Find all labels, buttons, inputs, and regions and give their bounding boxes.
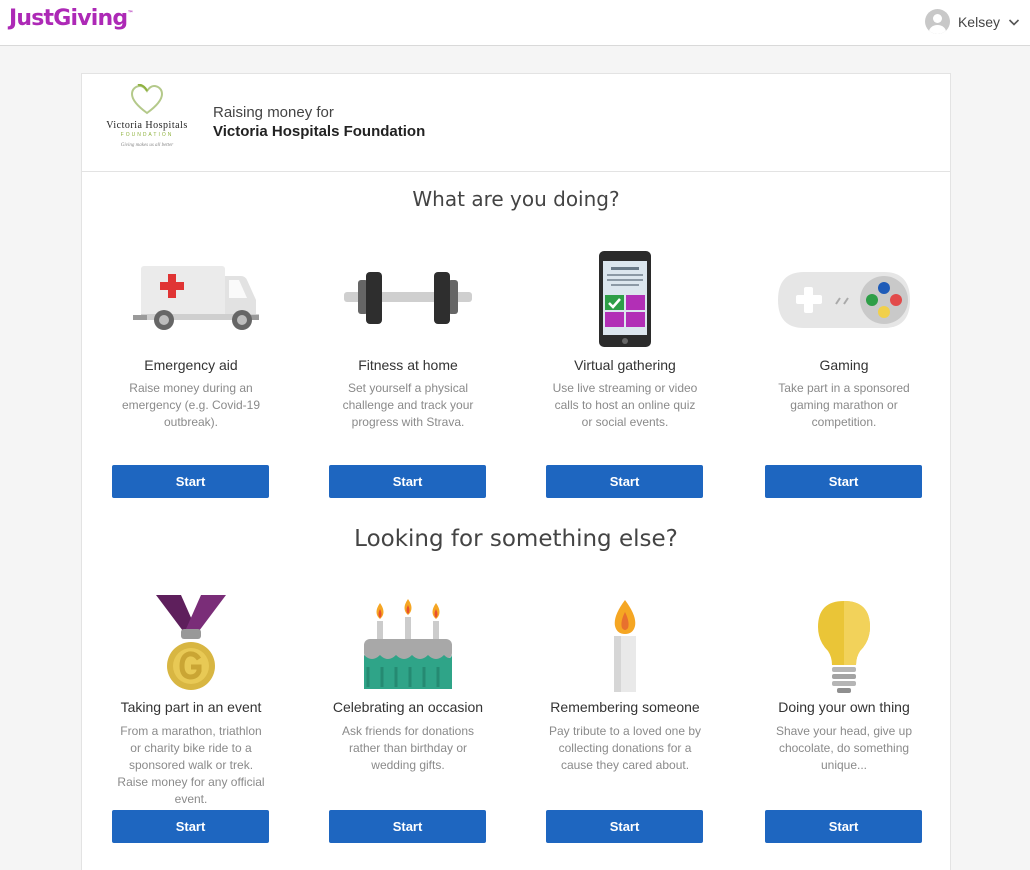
heart-icon xyxy=(130,84,164,115)
charity-logo-subtitle: FOUNDATION xyxy=(120,132,174,138)
game-controller-icon xyxy=(778,272,910,328)
option-title: Taking part in an event xyxy=(120,699,262,715)
ambulance-icon xyxy=(133,266,259,330)
option-description: Ask friends for donations rather than bi… xyxy=(341,724,475,772)
main-card: Victoria Hospitals FOUNDATION Giving mak… xyxy=(81,73,951,870)
start-fitness-at-home-button[interactable]: Start xyxy=(329,465,486,498)
option-description: Raise money during an emergency (e.g. Co… xyxy=(121,381,261,429)
start-emergency-aid-button[interactable]: Start xyxy=(112,465,269,498)
section-heading-something-else: Looking for something else? xyxy=(354,526,678,552)
justgiving-logo[interactable]: JustGiving™ xyxy=(9,6,133,31)
option-title: Emergency aid xyxy=(144,357,238,373)
user-name: Kelsey xyxy=(957,13,1000,30)
option-description: Use live streaming or video calls to hos… xyxy=(552,381,698,429)
charity-banner: Victoria Hospitals FOUNDATION Giving mak… xyxy=(82,74,950,172)
option-description: Pay tribute to a loved one by collecting… xyxy=(548,724,702,772)
icon-wrapper xyxy=(106,593,276,693)
start-doing-your-own-thing-button[interactable]: Start xyxy=(765,810,922,843)
user-menu[interactable]: Kelsey xyxy=(924,9,1020,34)
icon-wrapper xyxy=(759,599,929,699)
user-avatar-icon xyxy=(924,9,950,34)
medal-icon xyxy=(156,595,226,690)
lightbulb-icon xyxy=(818,601,870,693)
option-description: Shave your head, give up chocolate, do s… xyxy=(775,724,913,772)
section-heading-what: What are you doing? xyxy=(412,187,620,211)
chevron-down-icon xyxy=(1008,18,1020,26)
option-title: Fitness at home xyxy=(358,357,458,373)
option-title: Gaming xyxy=(819,357,869,373)
icon-wrapper xyxy=(323,262,493,362)
option-description: From a marathon, triathlon or charity bi… xyxy=(117,724,265,806)
charity-logo: Victoria Hospitals FOUNDATION Giving mak… xyxy=(92,84,202,164)
charity-logo-name: Victoria Hospitals xyxy=(106,120,188,131)
phone-icon xyxy=(599,251,651,347)
icon-wrapper xyxy=(106,262,276,362)
icon-wrapper xyxy=(540,598,710,698)
dumbbell-icon xyxy=(344,272,472,324)
option-title: Doing your own thing xyxy=(778,699,910,715)
option-description: Take part in a sponsored gaming marathon… xyxy=(778,381,910,429)
charity-logo-tagline: Giving makes us all better xyxy=(120,143,174,148)
icon-wrapper xyxy=(759,268,929,368)
start-taking-part-in-event-button[interactable]: Start xyxy=(112,810,269,843)
charity-name: Victoria Hospitals Foundation xyxy=(213,123,426,140)
start-gaming-button[interactable]: Start xyxy=(765,465,922,498)
option-title: Virtual gathering xyxy=(574,357,676,373)
start-virtual-gathering-button[interactable]: Start xyxy=(546,465,703,498)
start-remembering-someone-button[interactable]: Start xyxy=(546,810,703,843)
candle-icon xyxy=(614,600,636,692)
start-celebrating-occasion-button[interactable]: Start xyxy=(329,810,486,843)
option-description: Set yourself a physical challenge and tr… xyxy=(342,381,474,429)
icon-wrapper xyxy=(540,249,710,349)
top-bar: JustGiving™ Kelsey xyxy=(0,0,1030,46)
option-title: Remembering someone xyxy=(550,699,700,715)
option-title: Celebrating an occasion xyxy=(332,699,484,715)
birthday-cake-icon xyxy=(364,599,452,689)
icon-wrapper xyxy=(323,597,493,697)
raising-label: Raising money for xyxy=(213,104,334,121)
